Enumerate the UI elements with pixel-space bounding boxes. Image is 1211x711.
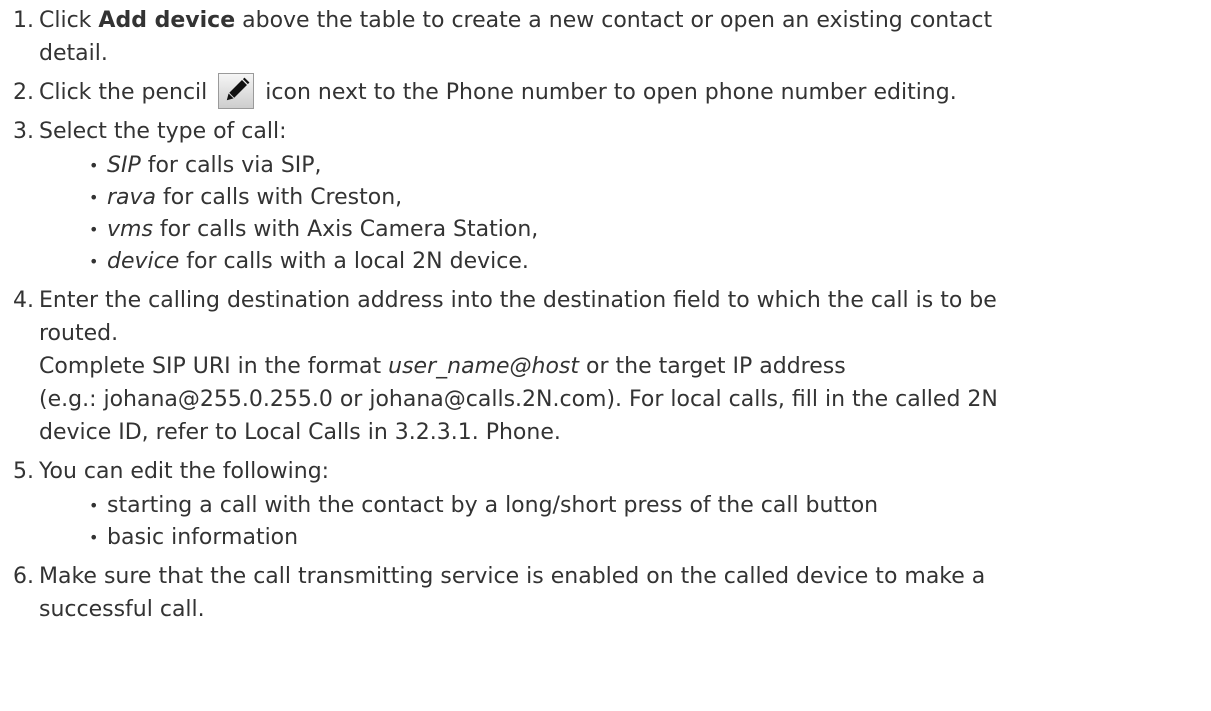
pencil-icon (218, 73, 255, 109)
step-4-line-1: Enter the calling destination address in… (39, 288, 997, 313)
call-type-description: for calls with a local 2N device. (179, 249, 529, 274)
step-number: 4. (13, 288, 34, 313)
instructions-document: 1. Click Add device above the table to c… (0, 0, 1211, 626)
step-3-text: Select the type of call: (39, 119, 287, 144)
call-type-description: for calls via SIP, (140, 153, 322, 178)
call-type-list: SIP for calls via SIP, rava for calls wi… (39, 150, 1211, 278)
step-4-text-pre: Complete SIP URI in the format (39, 354, 389, 379)
call-type-description: for calls with Creston, (156, 185, 403, 210)
editable-items-list: starting a call with the contact by a lo… (39, 490, 1211, 554)
step-4: 4. Enter the calling destination address… (13, 284, 1211, 449)
step-6-line-2: successful call. (39, 597, 205, 622)
call-type-term: vms (107, 217, 153, 242)
editable-item: basic information (89, 522, 1211, 554)
call-type-term: rava (107, 185, 157, 210)
step-6-line-1: Make sure that the call transmitting ser… (39, 564, 986, 589)
step-1-line-1: Click Add device above the table to crea… (39, 4, 1211, 37)
step-number: 2. (13, 80, 34, 105)
step-number: 6. (13, 564, 34, 589)
call-type-item: vms for calls with Axis Camera Station, (89, 214, 1211, 246)
call-type-item: SIP for calls via SIP, (89, 150, 1211, 182)
step-number: 1. (13, 8, 34, 33)
call-type-item: device for calls with a local 2N device. (89, 246, 1211, 278)
step-number: 3. (13, 119, 34, 144)
step-2-text-post: icon next to the Phone number to open ph… (258, 80, 957, 105)
step-1-line-2: detail. (39, 41, 108, 66)
step-4-text-post: or the target IP address (579, 354, 846, 379)
step-1-text-pre: Click (39, 8, 99, 33)
call-type-term: SIP (107, 153, 141, 178)
step-4-line-3: Complete SIP URI in the format user_name… (39, 350, 1211, 383)
step-1-text-post: above the table to create a new contact … (235, 8, 993, 33)
step-3: 3. Select the type of call: SIP for call… (13, 115, 1211, 278)
uri-format: user_name@host (388, 354, 580, 379)
step-4-line-4: (e.g.: johana@255.0.255.0 or johana@call… (39, 387, 998, 412)
step-5: 5. You can edit the following: starting … (13, 455, 1211, 554)
step-2-text-pre: Click the pencil (39, 80, 215, 105)
step-4-line-2: routed. (39, 321, 119, 346)
call-type-item: rava for calls with Creston, (89, 182, 1211, 214)
call-type-term: device (107, 249, 180, 274)
step-6: 6. Make sure that the call transmitting … (13, 560, 1211, 626)
step-2: 2. Click the pencil icon next to the Pho… (13, 73, 1211, 109)
step-number: 5. (13, 459, 34, 484)
step-2-line-1: Click the pencil icon next to the Phone … (39, 73, 1211, 109)
step-4-line-5: device ID, refer to Local Calls in 3.2.3… (39, 420, 561, 445)
steps-list: 1. Click Add device above the table to c… (0, 4, 1211, 626)
step-5-text: You can edit the following: (39, 459, 330, 484)
add-device-label: Add device (98, 8, 236, 33)
step-1: 1. Click Add device above the table to c… (13, 4, 1211, 70)
call-type-description: for calls with Axis Camera Station, (152, 217, 539, 242)
editable-item: starting a call with the contact by a lo… (89, 490, 1211, 522)
